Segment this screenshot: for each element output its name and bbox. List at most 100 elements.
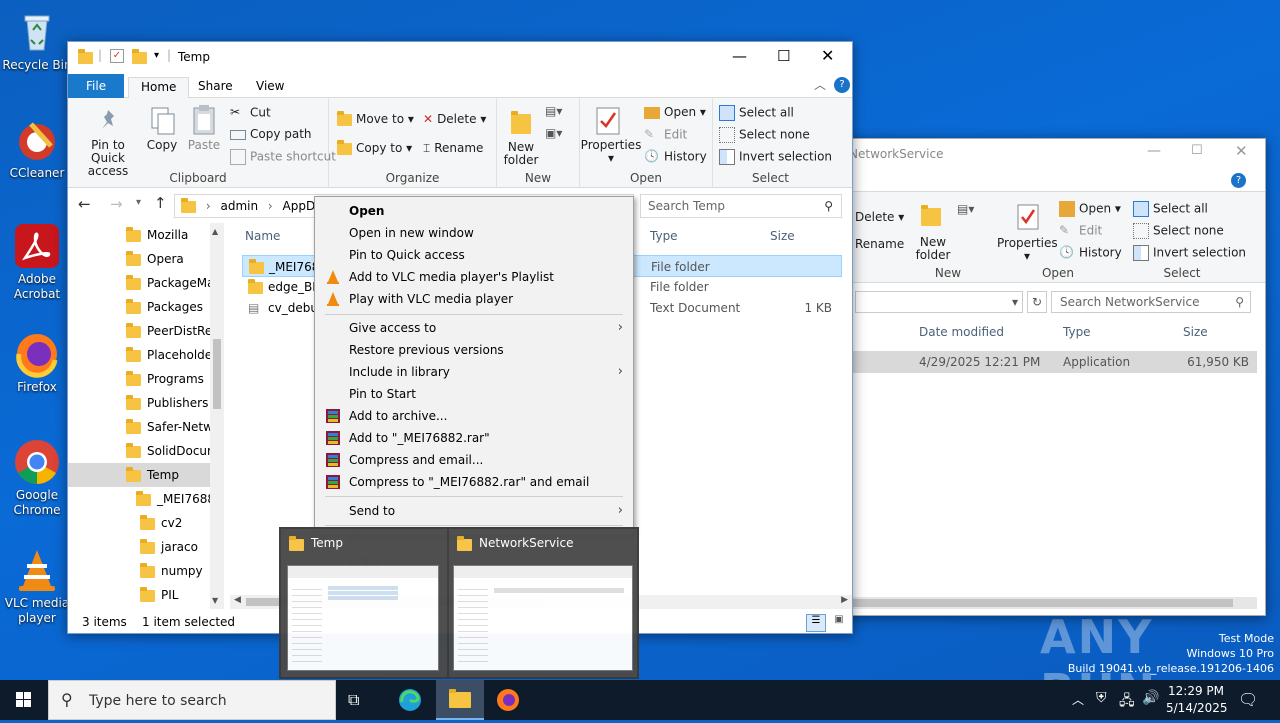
close-button[interactable]: ✕ [1235, 142, 1248, 160]
context-menu-item[interactable]: Add to VLC media player's Playlist [315, 266, 633, 288]
column-type[interactable]: Type [1063, 325, 1091, 339]
tree-scrollbar[interactable]: ▲ ▼ [210, 223, 224, 609]
tab-file[interactable]: File [68, 74, 125, 98]
explorer-taskbar-button[interactable] [436, 680, 484, 720]
copy-to-button[interactable]: Copy to ▾ [337, 139, 412, 155]
maximize-button[interactable]: ☐ [777, 47, 790, 65]
context-menu-item[interactable]: Open [315, 200, 633, 222]
properties-button[interactable]: Properties ▾ [997, 237, 1058, 263]
column-size[interactable]: Size [770, 229, 795, 243]
breadcrumb-admin[interactable]: admin [220, 199, 258, 213]
new-folder-button[interactable]: New folder [913, 236, 953, 262]
tree-item[interactable]: jaraco [140, 535, 210, 559]
context-menu-item[interactable]: Pin to Start [315, 383, 633, 405]
tree-item[interactable]: Opera [126, 247, 210, 271]
delete-button[interactable]: Delete ▾ [855, 210, 904, 224]
details-view-button[interactable]: ☰ [806, 614, 826, 632]
desktop-icon-acrobat[interactable]: Adobe Acrobat [0, 222, 74, 302]
network-icon[interactable]: 🖧 [1119, 690, 1135, 714]
column-type[interactable]: Type [650, 229, 678, 243]
clock[interactable]: 12:29 PM 5/14/2025 [1166, 683, 1228, 717]
search-input[interactable]: Search Temp ⚲ [640, 194, 842, 218]
tree-item[interactable]: _MEI76882 [136, 487, 210, 511]
column-date-modified[interactable]: Date modified [919, 325, 1004, 339]
start-button[interactable] [0, 680, 48, 720]
context-menu-item[interactable]: Restore previous versions [315, 339, 633, 361]
tree-item[interactable]: SolidDocum [126, 439, 210, 463]
context-menu-item[interactable]: Open in new window [315, 222, 633, 244]
desktop-icon-recycle-bin[interactable]: Recycle Bin [0, 8, 74, 73]
tree-item[interactable]: cv2 [140, 511, 210, 535]
customize-quick-access-icon[interactable]: ▾ [154, 50, 159, 61]
tree-item[interactable]: Publishers [126, 391, 210, 415]
search-input[interactable]: Search NetworkService ⚲ [1051, 291, 1251, 313]
large-icons-view-button[interactable]: ▣ [830, 614, 848, 632]
up-button[interactable]: ↑ [154, 194, 167, 212]
horizontal-scrollbar[interactable] [853, 597, 1257, 609]
select-all-button[interactable]: Select all [719, 105, 794, 121]
context-menu-item[interactable]: Include in library › [315, 361, 633, 383]
chevron-up-icon[interactable]: ︿ [814, 76, 826, 93]
table-row[interactable]: 4/29/2025 12:21 PM Application 61,950 KB [853, 351, 1257, 373]
notifications-icon[interactable]: 🗨 [1238, 690, 1258, 709]
desktop-icon-vlc[interactable]: VLC media player [0, 546, 74, 626]
tree-item[interactable]: PeerDistRep [126, 319, 210, 343]
history-button[interactable]: 🕓 History [644, 149, 707, 165]
open-button[interactable]: Open ▾ [1059, 201, 1121, 217]
column-size[interactable]: Size [1183, 325, 1208, 339]
volume-icon[interactable]: 🔊 [1142, 690, 1159, 706]
select-none-button[interactable]: Select none [719, 127, 810, 143]
cut-button[interactable]: ✂ Cut [230, 105, 271, 121]
desktop-icon-chrome[interactable]: Google Chrome [0, 438, 74, 518]
firefox-taskbar-icon[interactable] [496, 688, 520, 715]
chevron-up-icon[interactable]: ︿ [1072, 691, 1084, 708]
context-menu-item[interactable]: Pin to Quick access [315, 244, 633, 266]
thumbnail-temp[interactable]: Temp [281, 529, 447, 677]
tree-item[interactable]: numpy [140, 559, 210, 583]
context-menu-item[interactable]: Compress and email... [315, 449, 633, 471]
tree-item[interactable]: Packages [126, 295, 210, 319]
help-icon[interactable]: ? [834, 77, 850, 93]
tree-item[interactable]: Temp [68, 463, 210, 487]
move-to-button[interactable]: Move to ▾ [337, 110, 414, 126]
context-menu-item[interactable]: Add to "_MEI76882.rar" [315, 427, 633, 449]
taskbar-search-box[interactable]: ⚲ Type here to search [48, 680, 336, 720]
copy-button[interactable]: Copy [144, 139, 180, 152]
context-menu-item[interactable]: Play with VLC media player [315, 288, 633, 310]
close-button[interactable]: ✕ [821, 46, 834, 65]
tree-item[interactable]: PIL [140, 583, 210, 607]
tree-item[interactable]: Mozilla [126, 223, 210, 247]
properties-quick-icon[interactable]: ✓ [110, 49, 124, 63]
properties-button[interactable]: Properties ▾ [580, 139, 642, 165]
tab-share[interactable]: Share [186, 77, 245, 98]
new-item-icon[interactable]: ▤▾ [545, 104, 562, 118]
context-menu-item[interactable]: Give access to › [315, 317, 633, 339]
column-name[interactable]: Name [245, 229, 280, 243]
paste-button[interactable]: Paste [186, 139, 222, 152]
context-menu-item[interactable]: Send to › [315, 500, 633, 522]
invert-selection-button[interactable]: Invert selection [1133, 245, 1246, 261]
help-icon[interactable]: ? [1231, 173, 1246, 188]
maximize-button[interactable]: ☐ [1191, 143, 1203, 158]
tab-view[interactable]: View [244, 77, 296, 98]
rename-button[interactable]: ⌶ Rename [423, 141, 483, 156]
desktop-icon-firefox[interactable]: Firefox [0, 330, 74, 395]
recent-locations-button[interactable]: ▾ [136, 197, 141, 208]
address-dropdown[interactable]: ▾ [855, 291, 1023, 313]
security-icon[interactable]: ⛨ [1096, 690, 1107, 706]
back-button[interactable]: ← [78, 195, 91, 213]
tree-item[interactable]: PackageMa [126, 271, 210, 295]
minimize-button[interactable]: — [732, 47, 747, 65]
rename-button[interactable]: Rename [855, 237, 904, 251]
open-button[interactable]: Open ▾ [644, 105, 706, 119]
paste-shortcut-button[interactable]: Paste shortcut [230, 149, 336, 165]
tree-item[interactable]: Placeholder [126, 343, 210, 367]
edit-button[interactable]: ✎ Edit [644, 127, 687, 143]
tab-home[interactable]: Home [128, 77, 190, 98]
new-folder-quick-icon[interactable] [132, 48, 147, 64]
new-folder-button[interactable]: New folder [501, 141, 541, 167]
tree-item[interactable]: Programs [126, 367, 210, 391]
copy-path-button[interactable]: Copy path [230, 127, 312, 141]
invert-selection-button[interactable]: Invert selection [719, 149, 832, 165]
task-view-icon[interactable]: ⧉ [348, 690, 359, 710]
